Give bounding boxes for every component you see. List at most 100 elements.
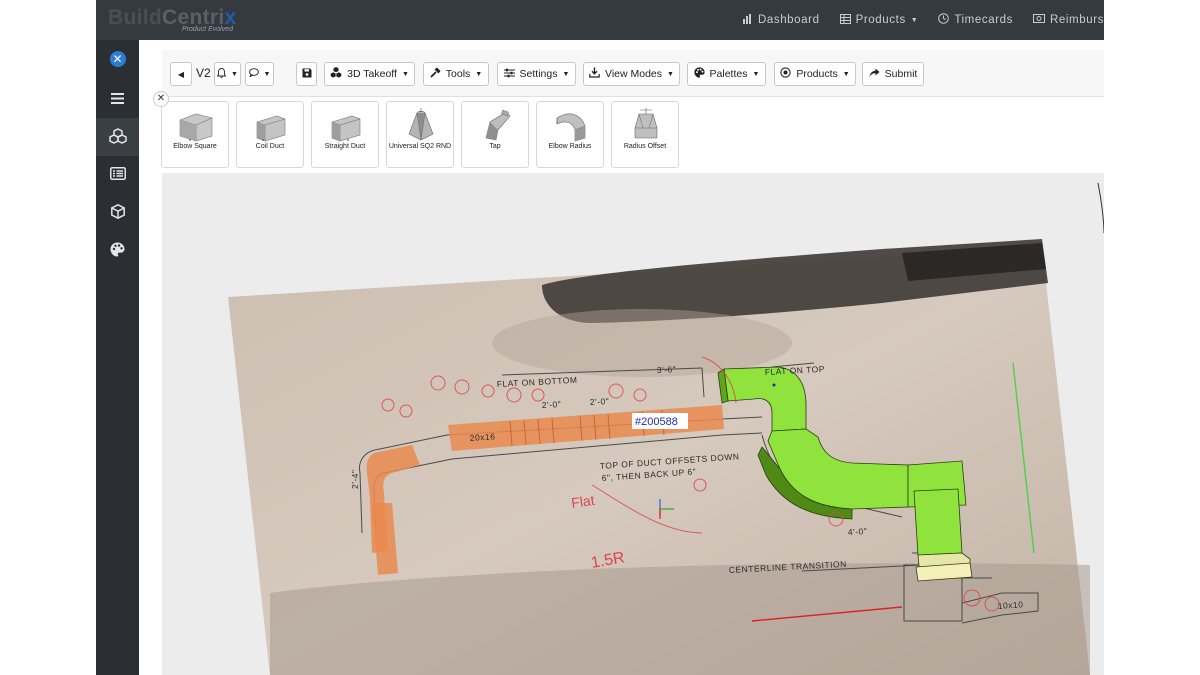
product-tag: #200588 [635,416,678,428]
notifications-button[interactable]: ▼ [214,62,241,86]
palette-item-elbow-square[interactable]: Elbow Square [161,101,229,168]
bell-icon [216,67,227,81]
palette-item-label: Straight Duct [324,143,366,150]
table-icon [839,13,851,27]
sidebar-item-home[interactable]: ✕ [96,40,139,78]
version-label: V2 [196,66,211,80]
radius-offset-icon [634,108,658,139]
sidebar-item-takeoff[interactable] [96,118,139,156]
products-dropdown[interactable]: Products ▼ [774,62,856,86]
palette-item-label: Tap [489,143,501,150]
hand-note-flat: Flat [570,492,595,511]
close-icon: ✕ [156,93,166,104]
settings-dropdown[interactable]: Settings ▼ [497,62,576,86]
nav-timecards[interactable]: Timecards [938,13,1013,27]
chevron-down-icon: ▼ [231,70,238,78]
elbow-radius-icon [556,113,586,142]
ar-scene: #200588 Flat 1.5R FLAT ON BOTTOM FLAT ON… [228,182,1104,675]
nav-dashboard[interactable]: Dashboard [742,13,820,27]
clock-icon [938,13,950,27]
chevron-down-icon: ▼ [401,70,409,78]
sidebar-item-palette[interactable] [96,232,139,270]
dim-2-0-a: 2'-0" [542,399,562,410]
app-window: BuildCentrix Product Evolved Dashboard P… [96,0,1104,675]
nav-products[interactable]: Products ▼ [839,13,919,27]
3d-takeoff-label: 3D Takeoff [347,68,397,80]
tap-icon [485,109,511,141]
ar-viewport[interactable]: #200588 Flat 1.5R FLAT ON BOTTOM FLAT ON… [162,173,1104,675]
close-palette-button[interactable]: ✕ [153,91,169,107]
palette-item-label: Universal SQ2 RND [388,143,452,150]
size-20x16: 20x16 [469,431,495,443]
nav-reimbursements-label: Reimburs [1049,14,1104,26]
palette-icon [693,67,705,81]
palette-item-radius-offset[interactable]: Radius Offset [611,101,679,168]
dim-2-0-b: 2'-0" [590,396,610,407]
palette-item-elbow-radius[interactable]: Elbow Radius [536,101,604,168]
list-icon [109,167,126,183]
palette-item-label: Elbow Radius [548,143,592,150]
nav-products-label: Products [855,14,906,26]
hammer-icon [430,67,441,81]
menu-icon [111,91,124,107]
dim-2-4: 2'-4" [350,470,360,489]
share-icon [869,68,880,81]
top-navbar: BuildCentrix Product Evolved Dashboard P… [96,0,1104,40]
tools-dropdown[interactable]: Tools ▼ [423,62,489,86]
nav-timecards-label: Timecards [954,14,1013,26]
back-button[interactable]: ◀ [170,62,192,86]
brand-text-build: Build [108,6,162,29]
edge-object [1097,182,1104,234]
tools-label: Tools [445,68,471,80]
chevron-down-icon: ▼ [475,70,483,78]
palette-item-tap[interactable]: Tap [461,101,529,168]
coil-duct-icon [256,115,286,142]
sidebar-item-cube[interactable] [96,194,139,232]
dot-circle-icon [780,67,791,81]
palette-item-straight-duct[interactable]: Straight Duct [311,101,379,168]
palette-item-label: Elbow Square [173,143,217,150]
chevron-down-icon: ▼ [752,70,760,78]
straight-duct-icon [331,115,361,142]
products-label: Products [796,68,838,80]
palette-item-coil-duct[interactable]: Coil Duct [236,101,304,168]
view-modes-dropdown[interactable]: View Modes ▼ [583,62,680,86]
logo-icon: ✕ [109,51,126,67]
bar-chart-icon [742,13,753,27]
dim-3-6: 3'-6" [657,364,677,375]
sidebar-item-list[interactable] [96,156,139,194]
palette-icon [110,242,125,260]
chevron-left-icon: ◀ [177,69,185,79]
chevron-down-icon: ▼ [910,16,919,24]
comments-button[interactable]: ▼ [245,62,274,86]
takeoff-panel: ◀ V2 ▼ ▼ 3D Takeoff ▼ Tools ▼ Settings ▼… [153,50,1104,675]
anchor-point [772,383,776,387]
submit-button[interactable]: Submit [862,62,924,86]
settings-label: Settings [519,68,558,80]
sidebar-item-menu[interactable] [96,80,139,118]
palette-item-label: Radius Offset [623,143,667,150]
nav-dashboard-label: Dashboard [757,14,820,26]
toolbar: ◀ V2 ▼ ▼ 3D Takeoff ▼ Tools ▼ Settings ▼… [162,50,1104,97]
sidebar: ✕ [96,40,139,675]
cubes-icon [330,67,342,81]
palette-item-universal-sq2-rnd[interactable]: Universal SQ2 RND [386,101,454,168]
nav-reimbursements[interactable]: Reimburs [1032,14,1104,26]
brand-tagline: Product Evolved [182,26,233,33]
chevron-down-icon: ▼ [667,70,674,78]
3d-takeoff-dropdown[interactable]: 3D Takeoff ▼ [324,62,415,86]
cube-icon [110,203,125,222]
palette-item-label: Coil Duct [255,143,285,150]
chevron-down-icon: ▼ [263,70,271,78]
submit-label: Submit [884,68,918,80]
universal-sq2-rnd-icon [408,108,434,141]
product-palette: Elbow Square Coil Duct Straight Duct Uni… [161,97,1104,173]
dim-4-0: 4'-0" [848,526,868,537]
chevron-down-icon: ▼ [562,70,570,78]
comment-icon [248,68,259,80]
sliders-icon [503,68,515,81]
cubes-icon [108,127,127,147]
save-button[interactable] [296,62,317,86]
nav-links: Dashboard Products ▼ Timecards Reimburs [723,0,1104,40]
palettes-dropdown[interactable]: Palettes ▼ [687,62,766,86]
